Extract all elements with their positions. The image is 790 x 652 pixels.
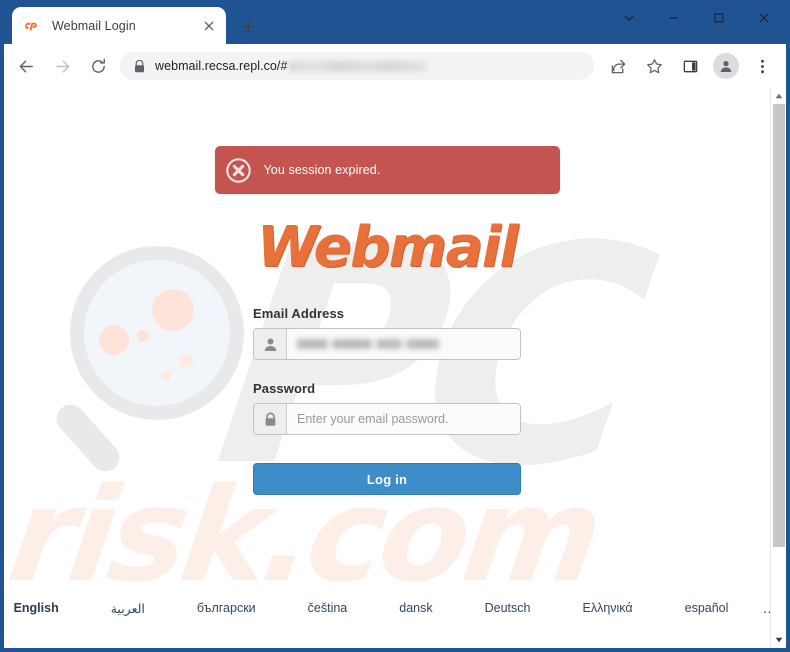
tab-strip: Webmail Login [4, 0, 786, 44]
address-bar[interactable]: webmail.recsa.repl.co/# [120, 52, 594, 80]
forward-button[interactable] [47, 51, 77, 81]
new-tab-button[interactable] [233, 11, 263, 41]
webmail-login-page: PC risk.com You session expired. Webmail… [4, 88, 770, 648]
side-panel-icon[interactable] [675, 51, 705, 81]
url-redacted-portion [289, 60, 428, 72]
login-form: Email Address Password Log in [253, 306, 521, 495]
error-circle-x-icon [225, 157, 251, 183]
language-link-greek[interactable]: Ελληνικά [556, 601, 658, 615]
email-label: Email Address [253, 306, 345, 321]
tab-search-button[interactable] [606, 0, 651, 36]
toolbar-actions [600, 51, 780, 81]
alert-message: You session expired. [263, 163, 381, 177]
cpanel-icon [25, 17, 42, 34]
scroll-up-button[interactable] [771, 88, 786, 104]
back-button[interactable] [11, 51, 41, 81]
password-input[interactable] [287, 404, 520, 434]
browser-window: Webmail Login webmail.recsa.repl.co/# PC… [0, 0, 790, 652]
tab-title: Webmail Login [52, 18, 136, 33]
share-icon[interactable] [603, 51, 633, 81]
lock-icon [254, 404, 287, 434]
language-link-arabic[interactable]: العربية [85, 601, 171, 616]
scroll-down-button[interactable] [771, 632, 786, 648]
scrollbar-thumb[interactable] [773, 104, 785, 547]
page-scrollbar[interactable] [770, 88, 786, 648]
arrow-right-icon [55, 60, 69, 72]
language-selector: English العربية български čeština dansk … [4, 600, 770, 616]
url-text: webmail.recsa.repl.co/# [155, 59, 288, 73]
email-value-container[interactable] [287, 329, 520, 359]
maximize-button[interactable] [696, 0, 741, 36]
window-controls [606, 0, 786, 36]
close-icon [759, 13, 768, 23]
lock-icon [132, 59, 146, 73]
profile-avatar-icon[interactable] [713, 53, 739, 79]
language-link-danish[interactable]: dansk [373, 601, 458, 615]
caret-up-icon [775, 93, 782, 99]
minimize-icon [669, 17, 678, 19]
bookmark-star-icon[interactable] [639, 51, 669, 81]
webmail-logo: Webmail [256, 215, 519, 280]
session-expired-alert: You session expired. [214, 146, 560, 194]
arrow-left-icon [19, 60, 33, 72]
email-value-redacted [297, 339, 439, 349]
page-viewport: PC risk.com You session expired. Webmail… [4, 88, 786, 648]
language-link-german[interactable]: Deutsch [459, 601, 557, 615]
language-link-bulgarian[interactable]: български [171, 601, 282, 615]
browser-toolbar: webmail.recsa.repl.co/# [4, 44, 786, 88]
language-link-spanish[interactable]: español [659, 601, 755, 615]
login-content: You session expired. Webmail Email Addre… [4, 88, 770, 495]
chevron-down-icon [624, 15, 633, 22]
close-window-button[interactable] [741, 0, 786, 36]
password-input-group[interactable] [253, 403, 521, 435]
reload-icon [91, 58, 105, 73]
minimize-button[interactable] [651, 0, 696, 36]
user-icon [254, 329, 287, 359]
language-link-czech[interactable]: čeština [282, 601, 374, 615]
language-link-english[interactable]: English [4, 601, 85, 615]
tab-close-icon[interactable] [198, 15, 220, 37]
three-dot-menu-icon[interactable] [747, 51, 777, 81]
reload-button[interactable] [83, 51, 113, 81]
webmail-logo-text: Webmail [256, 215, 519, 280]
email-input-group[interactable] [253, 328, 521, 360]
language-more-button[interactable]: … [754, 600, 770, 616]
login-button[interactable]: Log in [253, 463, 521, 495]
plus-icon [242, 20, 254, 32]
caret-down-icon [775, 637, 782, 643]
password-label: Password [253, 381, 316, 396]
browser-tab[interactable]: Webmail Login [12, 7, 226, 44]
maximize-icon [713, 13, 724, 23]
